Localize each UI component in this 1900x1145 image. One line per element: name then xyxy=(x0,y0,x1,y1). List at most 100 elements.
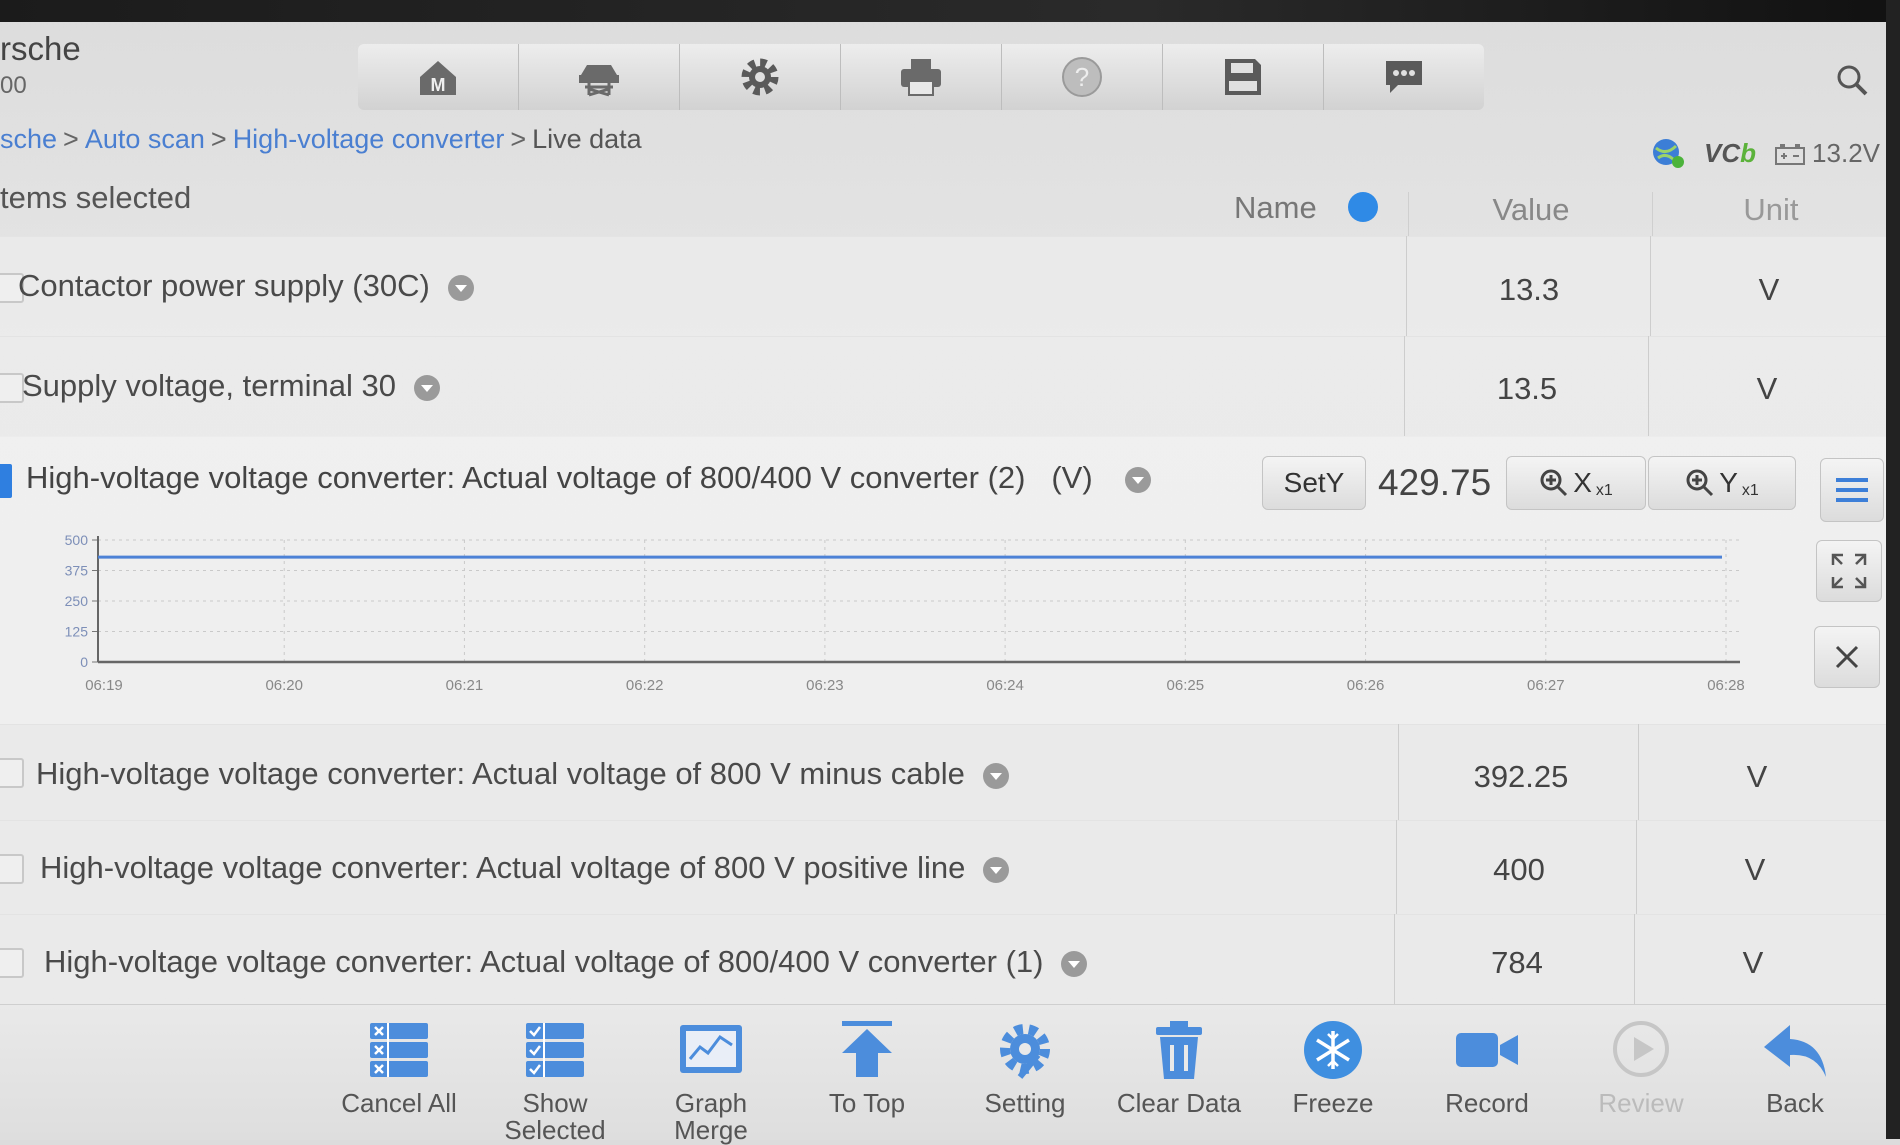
save-button[interactable] xyxy=(1163,44,1324,110)
vehicle-model: 00 xyxy=(0,72,81,100)
save-icon xyxy=(1219,53,1267,101)
row-name: High-voltage voltage converter: Actual v… xyxy=(40,850,1009,886)
dropdown-icon[interactable] xyxy=(983,857,1009,883)
row-checkbox[interactable] xyxy=(0,854,24,884)
snowflake-icon xyxy=(1298,1019,1368,1081)
row-checkbox-checked[interactable] xyxy=(0,464,12,498)
svg-text:?: ? xyxy=(1075,62,1089,92)
svg-text:M: M xyxy=(431,75,446,95)
home-button[interactable]: M xyxy=(358,44,519,110)
cancel-all-button[interactable]: Cancel All xyxy=(324,1019,474,1117)
settings-button[interactable] xyxy=(680,44,841,110)
vehicle-lift-button[interactable] xyxy=(519,44,680,110)
dropdown-icon[interactable] xyxy=(983,763,1009,789)
button-label: Setting xyxy=(950,1090,1100,1117)
button-label: Review xyxy=(1566,1090,1716,1117)
close-graph-button[interactable] xyxy=(1814,626,1880,688)
print-button[interactable] xyxy=(841,44,1002,110)
chart-tick-label-x: 06:21 xyxy=(446,677,484,694)
chart-tick-label-x: 06:28 xyxy=(1707,677,1745,694)
row-value: 13.5 xyxy=(1404,336,1649,436)
row-name: Contactor power supply (30C) xyxy=(18,268,474,304)
chart-tick-label-x: 06:25 xyxy=(1167,677,1205,694)
home-icon: M xyxy=(414,53,462,101)
vehicle-make: rsche xyxy=(0,30,81,68)
record-button[interactable]: Record xyxy=(1412,1019,1562,1117)
table-row[interactable]: High-voltage voltage converter: Actual v… xyxy=(0,724,1886,821)
dropdown-icon[interactable] xyxy=(448,275,474,301)
row-unit: V xyxy=(1648,336,1885,436)
fullscreen-button[interactable] xyxy=(1816,540,1882,602)
freeze-button[interactable]: Freeze xyxy=(1258,1019,1408,1117)
menu-button[interactable] xyxy=(1820,458,1884,522)
graph-merge-icon xyxy=(676,1019,746,1081)
row-unit: V xyxy=(1638,724,1875,820)
items-selected-label: tems selected xyxy=(0,180,191,216)
button-label: Back xyxy=(1720,1090,1870,1117)
graph-merge-button[interactable]: Graph Merge xyxy=(636,1019,786,1144)
setting-button[interactable]: Setting xyxy=(950,1019,1100,1117)
device-bezel-edge xyxy=(1886,0,1900,1139)
search-button[interactable] xyxy=(1834,62,1870,103)
help-button[interactable]: ? xyxy=(1002,44,1163,110)
row-checkbox[interactable] xyxy=(0,948,24,978)
table-row[interactable]: Supply voltage, terminal 30 13.5 V xyxy=(0,336,1886,437)
button-label: Graph Merge xyxy=(666,1090,756,1144)
row-checkbox[interactable] xyxy=(0,758,24,788)
row-unit: V xyxy=(1636,820,1873,914)
cancel-all-icon xyxy=(364,1019,434,1081)
table-header: tems selected Name Value Unit xyxy=(0,172,1886,237)
table-row[interactable]: High-voltage voltage converter: Actual v… xyxy=(0,820,1886,915)
battery-icon xyxy=(1774,144,1806,166)
row-unit: V xyxy=(1634,914,1871,1004)
row-value: 400 xyxy=(1396,820,1641,914)
graph-row[interactable]: High-voltage voltage converter: Actual v… xyxy=(0,436,1886,725)
setting-icon xyxy=(990,1019,1060,1081)
zoom-y-button[interactable]: Yx1 xyxy=(1648,456,1796,510)
graph-item-name: High-voltage voltage converter: Actual v… xyxy=(26,460,1151,496)
breadcrumb-separator: > xyxy=(211,124,227,154)
chart-tick-label-y: 0 xyxy=(80,654,88,670)
column-name-header[interactable]: Name xyxy=(1234,190,1317,226)
dropdown-icon[interactable] xyxy=(414,375,440,401)
button-label: Show Selected xyxy=(500,1090,610,1144)
help-icon: ? xyxy=(1058,53,1106,101)
chart-tick-label-y: 500 xyxy=(65,532,89,548)
zoom-x-button[interactable]: Xx1 xyxy=(1506,456,1646,510)
set-y-button[interactable]: SetY xyxy=(1262,456,1366,510)
expand-icon xyxy=(1829,551,1869,591)
table-row[interactable]: High-voltage voltage converter: Actual v… xyxy=(0,914,1886,1005)
button-label: Cancel All xyxy=(324,1090,474,1117)
breadcrumb-module[interactable]: High-voltage converter xyxy=(233,124,505,154)
status-area: VCb 13.2V xyxy=(1650,136,1880,170)
sort-toggle-icon[interactable] xyxy=(1348,192,1378,222)
breadcrumb-separator: > xyxy=(510,124,526,154)
zoom-in-icon xyxy=(1539,468,1569,498)
breadcrumb-current: Live data xyxy=(532,124,642,154)
table-row[interactable]: Contactor power supply (30C) 13.3 V xyxy=(0,236,1886,337)
row-name: High-voltage voltage converter: Actual v… xyxy=(36,756,1009,792)
back-button[interactable]: Back xyxy=(1720,1019,1870,1117)
row-value: 784 xyxy=(1394,914,1639,1004)
close-icon xyxy=(1834,644,1860,670)
feedback-button[interactable] xyxy=(1324,44,1484,110)
column-unit-header: Unit xyxy=(1652,192,1889,236)
show-selected-button[interactable]: Show Selected xyxy=(480,1019,630,1144)
chart-tick-label-x: 06:22 xyxy=(626,677,664,694)
breadcrumb-auto-scan[interactable]: Auto scan xyxy=(85,124,205,154)
to-top-button[interactable]: To Top xyxy=(792,1019,942,1117)
breadcrumb-brand[interactable]: sche xyxy=(0,124,57,154)
dropdown-icon[interactable] xyxy=(1125,467,1151,493)
to-top-icon xyxy=(832,1019,902,1081)
show-selected-icon xyxy=(520,1019,590,1081)
zoom-in-icon xyxy=(1685,468,1715,498)
clear-data-button[interactable]: Clear Data xyxy=(1104,1019,1254,1117)
chart-tick-label-x: 06:19 xyxy=(85,677,123,694)
menu-icon xyxy=(1834,475,1870,505)
chart-tick-label-y: 250 xyxy=(65,593,89,609)
device-bezel xyxy=(0,0,1900,22)
row-checkbox[interactable] xyxy=(0,373,24,403)
chart-tick-label-x: 06:23 xyxy=(806,677,844,694)
dropdown-icon[interactable] xyxy=(1061,951,1087,977)
review-button[interactable]: Review xyxy=(1566,1019,1716,1117)
